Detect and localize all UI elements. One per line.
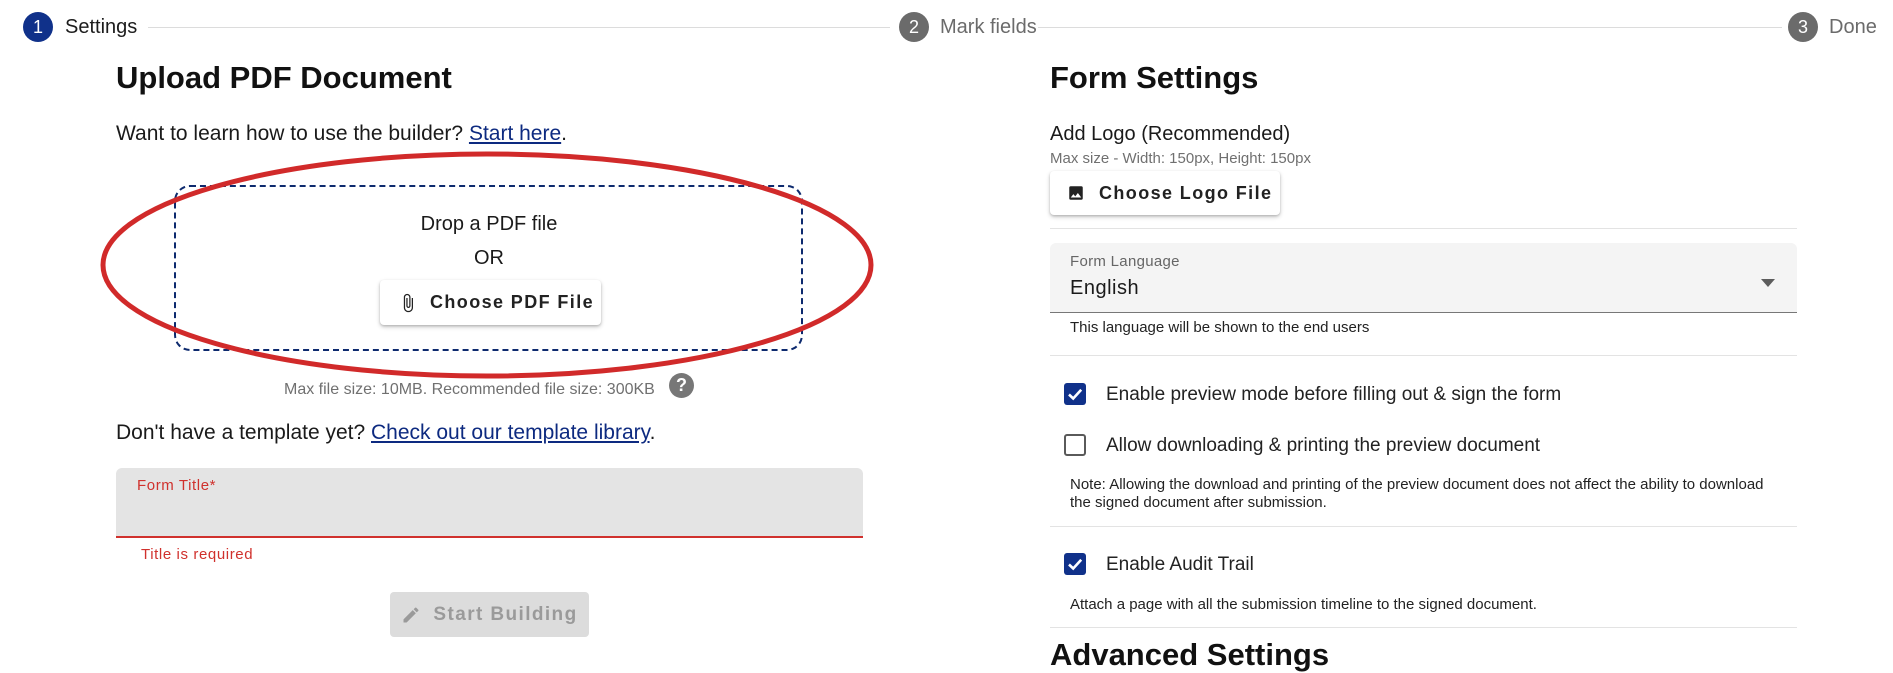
audit-trail-note: Attach a page with all the submission ti… — [1070, 596, 1537, 613]
file-size-hint: Max file size: 10MB. Recommended file si… — [284, 381, 655, 398]
divider — [1050, 355, 1797, 356]
template-library-link[interactable]: Check out our template library — [371, 421, 650, 444]
logo-label: Add Logo (Recommended) — [1050, 123, 1291, 145]
download-note: Note: Allowing the download and printing… — [1070, 476, 1764, 511]
choose-logo-button[interactable]: Choose Logo File — [1050, 171, 1280, 215]
template-text: Don't have a template yet? Check out our… — [116, 421, 655, 445]
image-icon — [1067, 184, 1085, 202]
pencil-icon — [401, 605, 421, 625]
checkmark-icon — [1068, 388, 1083, 401]
allow-download-label[interactable]: Allow downloading & printing the preview… — [1106, 435, 1540, 457]
preview-mode-checkbox[interactable] — [1064, 383, 1086, 405]
form-title-input[interactable]: Form Title* — [116, 468, 863, 538]
divider — [1050, 627, 1797, 628]
start-building-label: Start Building — [433, 603, 578, 625]
template-suffix: . — [649, 421, 656, 444]
form-title-label: Form Title* — [137, 477, 217, 494]
divider — [1050, 228, 1797, 229]
annotation-ellipse — [100, 151, 874, 379]
advanced-settings-heading: Advanced Settings — [1050, 637, 1330, 672]
allow-download-checkbox[interactable] — [1064, 434, 1086, 456]
choose-logo-label: Choose Logo File — [1099, 182, 1273, 203]
audit-trail-checkbox[interactable] — [1064, 553, 1086, 575]
form-title-error: Title is required — [141, 546, 254, 563]
form-language-value: English — [1070, 277, 1140, 299]
template-prefix: Don't have a template yet? — [116, 421, 371, 444]
preview-mode-label[interactable]: Enable preview mode before filling out &… — [1106, 384, 1561, 406]
annotation-ellipse-shape — [100, 151, 874, 379]
settings-heading: Form Settings — [1050, 60, 1259, 95]
start-building-button[interactable]: Start Building — [390, 592, 589, 637]
checkmark-icon — [1068, 558, 1083, 571]
chevron-down-icon[interactable] — [1761, 274, 1775, 292]
audit-trail-label[interactable]: Enable Audit Trail — [1106, 554, 1254, 576]
form-language-select[interactable]: Form Language English — [1050, 243, 1797, 313]
divider — [1050, 526, 1797, 527]
help-icon[interactable]: ? — [669, 373, 694, 398]
language-helper-text: This language will be shown to the end u… — [1070, 319, 1370, 336]
form-language-label: Form Language — [1070, 253, 1180, 270]
logo-size-hint: Max size - Width: 150px, Height: 150px — [1050, 150, 1311, 167]
